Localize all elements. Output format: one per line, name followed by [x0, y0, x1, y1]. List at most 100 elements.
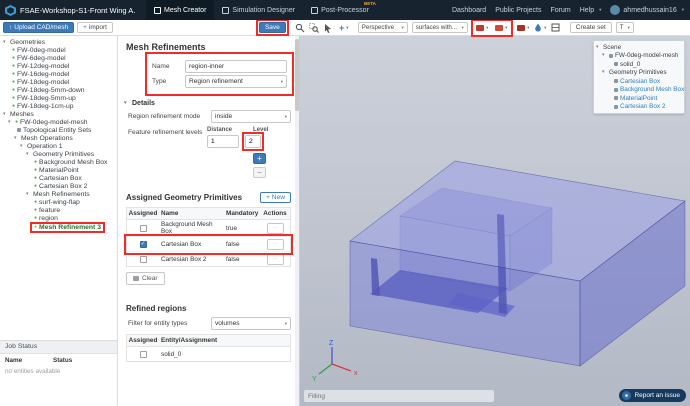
- refinement-mode-label: Region refinement mode: [128, 113, 207, 120]
- tab-mesh-creator[interactable]: Mesh Creator: [146, 0, 214, 20]
- tree-group-meshes[interactable]: ▾Meshes: [0, 110, 117, 118]
- row-actions-button[interactable]: ···: [267, 223, 284, 234]
- tree-item-refinement[interactable]: ●surf-wing-flap: [0, 198, 117, 206]
- face-color-icon[interactable]: ▾: [474, 22, 491, 34]
- tree-item-mesh[interactable]: ▾●FW-0deg-model-mesh: [0, 118, 117, 126]
- level-input[interactable]: [245, 135, 261, 148]
- help-menu[interactable]: Help▾: [580, 7, 602, 14]
- viewport-filter-input[interactable]: [304, 390, 494, 402]
- type-select[interactable]: Region refinement▾: [185, 75, 287, 88]
- tree-item-operation-1[interactable]: ▾Operation 1: [0, 142, 117, 150]
- tree-item-geometry[interactable]: ●FW-18deg-5mm-down: [0, 86, 117, 94]
- caret-down-icon: ▾: [26, 192, 31, 197]
- tree-item-mesh-refinement-3[interactable]: ●Mesh Refinement 3: [0, 222, 117, 233]
- panel-scrollbar-track[interactable]: [295, 36, 299, 406]
- zoom-window-icon[interactable]: [307, 22, 321, 34]
- tree-item-topological-entity-sets[interactable]: Topological Entity Sets: [0, 126, 117, 134]
- panel-scrollbar-thumb[interactable]: [295, 39, 299, 111]
- tab-label: Mesh Creator: [164, 7, 206, 14]
- create-set-button[interactable]: Create set: [570, 22, 612, 33]
- row-checkbox[interactable]: [140, 225, 147, 232]
- clip-plane-icon[interactable]: [549, 22, 563, 34]
- edge-color-icon[interactable]: ▾: [493, 22, 510, 34]
- row-checkbox[interactable]: [140, 256, 147, 263]
- remove-level-button[interactable]: −: [253, 167, 266, 178]
- import-button[interactable]: +import: [77, 22, 113, 33]
- workbench-tabs: Mesh Creator Simulation Designer Post-Pr…: [146, 0, 377, 20]
- scene-item-solid[interactable]: solid_0: [594, 60, 684, 69]
- row-checkbox[interactable]: [140, 351, 147, 358]
- scene-item-primitive[interactable]: Background Mesh Box: [594, 86, 684, 95]
- simscale-logo-icon[interactable]: [5, 5, 16, 16]
- tree-item-geometry[interactable]: ●FW-12deg-model: [0, 62, 117, 70]
- user-menu[interactable]: ahmedhussain16▾: [610, 5, 684, 15]
- scene-item-mesh[interactable]: ▾FW-0deg-model-mesh: [594, 52, 684, 61]
- mesh-status-icon: ●: [15, 120, 18, 125]
- tab-simulation-designer[interactable]: Simulation Designer: [214, 0, 303, 20]
- tree-label: Geometry Primitives: [33, 151, 94, 158]
- distance-input[interactable]: [207, 135, 239, 148]
- projection-value: Perspective: [362, 24, 394, 31]
- row-actions-button[interactable]: ···: [267, 239, 284, 250]
- transparency-icon[interactable]: ▾: [532, 22, 549, 34]
- tree-item-refinement[interactable]: ●region: [0, 214, 117, 222]
- refined-regions-table: Assigned Entity/Assignment solid_0: [126, 334, 291, 362]
- refinement-mode-select[interactable]: inside▾: [211, 110, 291, 123]
- entity-filter-select[interactable]: volumes▾: [211, 317, 291, 330]
- tree-group-mesh-operations[interactable]: ▾Mesh Operations: [0, 134, 117, 142]
- row-actions-button[interactable]: ···: [267, 254, 284, 265]
- row-checkbox-checked[interactable]: ✓: [140, 241, 147, 248]
- caret-down-icon: ▾: [124, 101, 129, 106]
- tree-item-geometry[interactable]: ●FW-6deg-model: [0, 54, 117, 62]
- render-mode-select[interactable]: surfaces with...▾: [412, 22, 468, 33]
- clear-button[interactable]: Clear: [126, 272, 165, 285]
- scene-group-primitives[interactable]: ▾Geometry Primitives: [594, 69, 684, 78]
- tree-item-geometry[interactable]: ●FW-16deg-model: [0, 70, 117, 78]
- link-dashboard[interactable]: Dashboard: [452, 7, 486, 14]
- tree-group-geometries[interactable]: ▾Geometries: [0, 38, 117, 46]
- name-input[interactable]: [185, 60, 287, 73]
- select-arrow-icon[interactable]: [321, 22, 335, 34]
- tab-post-processor[interactable]: Post-ProcessorBETA: [303, 0, 377, 20]
- link-forum[interactable]: Forum: [551, 7, 571, 14]
- chevron-down-icon: ▾: [505, 25, 507, 31]
- topbar: FSAE-Workshop-S1-Front Wing A... Mesh Cr…: [0, 0, 690, 20]
- tree-item-primitive[interactable]: ●Background Mesh Box: [0, 158, 117, 166]
- tree-item-primitive[interactable]: ●MaterialPoint: [0, 166, 117, 174]
- chevron-down-icon: ▾: [486, 25, 488, 31]
- assigned-primitives-table: Assigned Name Mandatory Actions Backgrou…: [126, 207, 291, 267]
- create-set-label: Create set: [576, 24, 606, 31]
- tree-item-geometry[interactable]: ●FW-18deg-model: [0, 78, 117, 86]
- tree-group-mesh-refinements[interactable]: ▾Mesh Refinements: [0, 190, 117, 198]
- scene-item-primitive[interactable]: MaterialPoint: [594, 94, 684, 103]
- tree-item-primitive[interactable]: ●Cartesian Box: [0, 174, 117, 182]
- tree-item-geometry[interactable]: ●FW-0deg-model: [0, 46, 117, 54]
- viewport-3d[interactable]: Z Y x ▾Scene ▾FW-0deg-model-mesh solid_0…: [300, 36, 690, 406]
- tree-item-geometry[interactable]: ●FW-18deg-5mm-up: [0, 94, 117, 102]
- scene-item-primitive[interactable]: Cartesian Box: [594, 77, 684, 86]
- scene-tree-panel: ▾Scene ▾FW-0deg-model-mesh solid_0 ▾Geom…: [593, 40, 685, 114]
- refinement-status-icon: ●: [34, 216, 37, 221]
- tree-group-geometry-primitives[interactable]: ▾Geometry Primitives: [0, 150, 117, 158]
- upload-cad-button[interactable]: ↑Upload CAD/mesh: [3, 22, 74, 33]
- report-issue-button[interactable]: Report an issue: [619, 389, 686, 402]
- scene-label: solid_0: [620, 61, 640, 68]
- scene-root[interactable]: ▾Scene: [594, 43, 684, 52]
- background-color-icon[interactable]: ▾: [515, 22, 532, 34]
- add-primitive-button[interactable]: +▾: [335, 22, 353, 34]
- primitive-icon: [614, 96, 618, 100]
- scene-item-primitive[interactable]: Cartesian Box 2: [594, 103, 684, 112]
- link-public-projects[interactable]: Public Projects: [495, 7, 541, 14]
- projection-select[interactable]: Perspective▾: [358, 22, 408, 33]
- tree-label: Operation 1: [27, 143, 63, 150]
- tree-item-geometry[interactable]: ●FW-18deg-1cm-up: [0, 102, 117, 110]
- details-section-header[interactable]: ▾Details: [124, 100, 291, 107]
- scene-label: MaterialPoint: [620, 95, 657, 102]
- new-primitive-button[interactable]: + New: [260, 192, 291, 203]
- save-button[interactable]: Save: [259, 22, 286, 33]
- zoom-fit-icon[interactable]: [293, 22, 307, 34]
- text-filter-button[interactable]: T▾: [616, 22, 634, 33]
- tree-item-primitive[interactable]: ●Cartesian Box 2: [0, 182, 117, 190]
- add-level-button[interactable]: +: [253, 153, 266, 164]
- tree-item-refinement[interactable]: ●feature: [0, 206, 117, 214]
